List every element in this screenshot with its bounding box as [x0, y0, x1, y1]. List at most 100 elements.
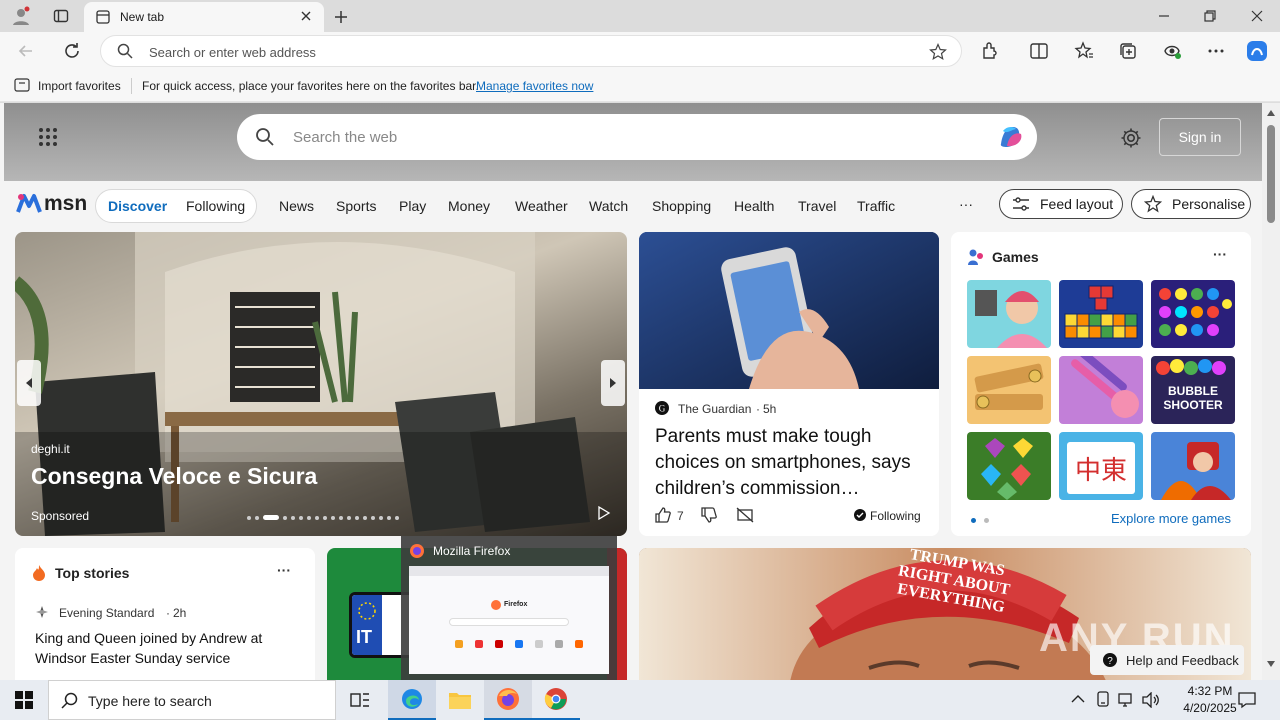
favorites-icon[interactable]: [1074, 41, 1094, 61]
game-tile[interactable]: [1059, 280, 1143, 348]
top-stories-more-button[interactable]: ···: [277, 562, 291, 578]
hero-carousel[interactable]: deghi.it Consegna Veloce e Sicura Sponso…: [15, 232, 627, 536]
nav-watch[interactable]: Watch: [589, 198, 628, 214]
notifications-icon[interactable]: [1238, 691, 1256, 709]
nav-weather[interactable]: Weather: [515, 198, 568, 214]
import-favorites-link[interactable]: Import favorites: [38, 79, 121, 93]
nav-health[interactable]: Health: [734, 198, 774, 214]
firefox-preview-popup[interactable]: Mozilla Firefox Firefox: [401, 536, 617, 680]
ad-choices-icon[interactable]: [597, 506, 611, 520]
game-tile[interactable]: 中東: [1059, 432, 1143, 500]
chrome-taskbar-icon[interactable]: [532, 680, 580, 720]
volume-icon[interactable]: [1142, 692, 1160, 708]
browser-essentials-icon[interactable]: [1162, 41, 1182, 61]
edge-taskbar-icon[interactable]: [388, 680, 436, 720]
feed-layout-button[interactable]: Feed layout: [999, 189, 1123, 219]
scroll-thumb[interactable]: [1267, 125, 1275, 223]
top-stories-flame-icon: [31, 564, 47, 582]
explore-more-games-link[interactable]: Explore more games: [1111, 511, 1231, 526]
nav-traffic[interactable]: Traffic: [857, 198, 895, 214]
collections-icon[interactable]: [1118, 41, 1138, 61]
settings-more-icon[interactable]: [1206, 41, 1226, 61]
personalise-button[interactable]: Personalise: [1131, 189, 1251, 219]
network-icon[interactable]: [1118, 692, 1136, 708]
dislike-icon[interactable]: [700, 506, 718, 524]
large-story-card[interactable]: TRUMP WAS RIGHT ABOUT EVERYTHING ANY RUN…: [639, 548, 1251, 680]
copilot-search-icon[interactable]: [995, 122, 1025, 152]
news-card[interactable]: G The Guardian · 5h Parents must make to…: [639, 232, 939, 536]
nav-travel[interactable]: Travel: [798, 198, 836, 214]
scroll-up-arrow-icon[interactable]: [1266, 109, 1276, 117]
guardian-logo-icon: G: [655, 401, 669, 415]
task-view-icon[interactable]: [340, 680, 380, 720]
back-icon[interactable]: [16, 41, 36, 61]
tab-discover[interactable]: Discover: [108, 198, 167, 214]
tab-following[interactable]: Following: [186, 198, 245, 214]
nav-sports[interactable]: Sports: [336, 198, 376, 214]
start-button[interactable]: [0, 680, 48, 720]
news-headline[interactable]: Parents must make tough choices on smart…: [655, 424, 925, 502]
import-favorites-icon[interactable]: [14, 78, 30, 92]
clock-time[interactable]: 4:32 PM: [1172, 684, 1248, 698]
close-tab-icon[interactable]: [300, 10, 312, 22]
page-scrollbar[interactable]: [1262, 103, 1280, 680]
game-tile[interactable]: [967, 432, 1051, 500]
carousel-dots[interactable]: [247, 515, 399, 520]
carousel-next-button[interactable]: [601, 360, 625, 406]
games-pager-dots[interactable]: [971, 518, 989, 523]
nav-play[interactable]: Play: [399, 198, 426, 214]
address-bar[interactable]: Search or enter web address: [100, 35, 962, 67]
game-tile[interactable]: [967, 280, 1051, 348]
header-band: Search the web Sign in: [4, 103, 1262, 181]
restore-icon[interactable]: [1198, 8, 1222, 24]
device-icon[interactable]: [1095, 691, 1111, 709]
refresh-icon[interactable]: [62, 41, 82, 61]
close-window-icon[interactable]: [1245, 8, 1269, 24]
eu-strip: IT: [352, 595, 382, 655]
game-tile-label: BUBBLE SHOOTER: [1163, 384, 1223, 412]
game-tile[interactable]: [1151, 280, 1235, 348]
sign-in-button[interactable]: Sign in: [1159, 118, 1241, 156]
tab-new-tab[interactable]: New tab: [84, 2, 324, 32]
like-icon[interactable]: [654, 506, 672, 524]
minimize-icon[interactable]: [1152, 8, 1176, 24]
news-image: [639, 232, 939, 389]
nav-news[interactable]: News: [279, 198, 314, 214]
following-label[interactable]: Following: [870, 509, 921, 523]
story-headline[interactable]: King and Queen joined by Andrew at Winds…: [35, 628, 297, 668]
game-tile[interactable]: [1151, 432, 1235, 500]
games-more-button[interactable]: ···: [1213, 246, 1227, 262]
top-stories-card: Top stories ··· Evening Standard · 2h Ki…: [15, 548, 315, 680]
nav-money[interactable]: Money: [448, 198, 490, 214]
game-tile[interactable]: BUBBLE SHOOTER: [1151, 356, 1235, 424]
new-tab-button[interactable]: [330, 6, 352, 28]
hero-title[interactable]: Consegna Veloce e Sicura: [31, 463, 317, 490]
firefox-taskbar-icon[interactable]: [484, 680, 532, 720]
extensions-icon[interactable]: [980, 41, 1000, 61]
tab-title: New tab: [120, 10, 165, 24]
copilot-icon[interactable]: [1245, 39, 1269, 63]
help-feedback-button[interactable]: ? Help and Feedback: [1090, 645, 1244, 675]
game-tile[interactable]: [967, 356, 1051, 424]
page-settings-icon[interactable]: [1120, 127, 1142, 149]
split-screen-icon[interactable]: [1029, 41, 1049, 61]
apps-launcher-icon[interactable]: [38, 127, 58, 147]
tab-actions-icon[interactable]: [48, 4, 74, 28]
clock-date[interactable]: 4/20/2025: [1172, 701, 1248, 715]
msn-logo[interactable]: msn: [16, 192, 87, 216]
toolbar: Search or enter web address: [0, 32, 1280, 70]
tray-overflow-icon[interactable]: [1071, 694, 1085, 704]
taskbar-search-box[interactable]: Type here to search: [48, 680, 336, 720]
web-search-box[interactable]: Search the web: [237, 114, 1037, 160]
manage-favorites-link[interactable]: Manage favorites now: [476, 79, 593, 93]
favorite-star-icon[interactable]: [929, 43, 947, 61]
profile-icon[interactable]: [8, 4, 34, 28]
file-explorer-icon[interactable]: [436, 680, 484, 720]
divider: [131, 78, 132, 94]
scroll-down-arrow-icon[interactable]: [1266, 660, 1276, 668]
carousel-prev-button[interactable]: [17, 360, 41, 406]
game-tile[interactable]: [1059, 356, 1143, 424]
nav-shopping[interactable]: Shopping: [652, 198, 711, 214]
nav-more-button[interactable]: ···: [959, 196, 973, 212]
hide-story-icon[interactable]: [736, 506, 754, 524]
